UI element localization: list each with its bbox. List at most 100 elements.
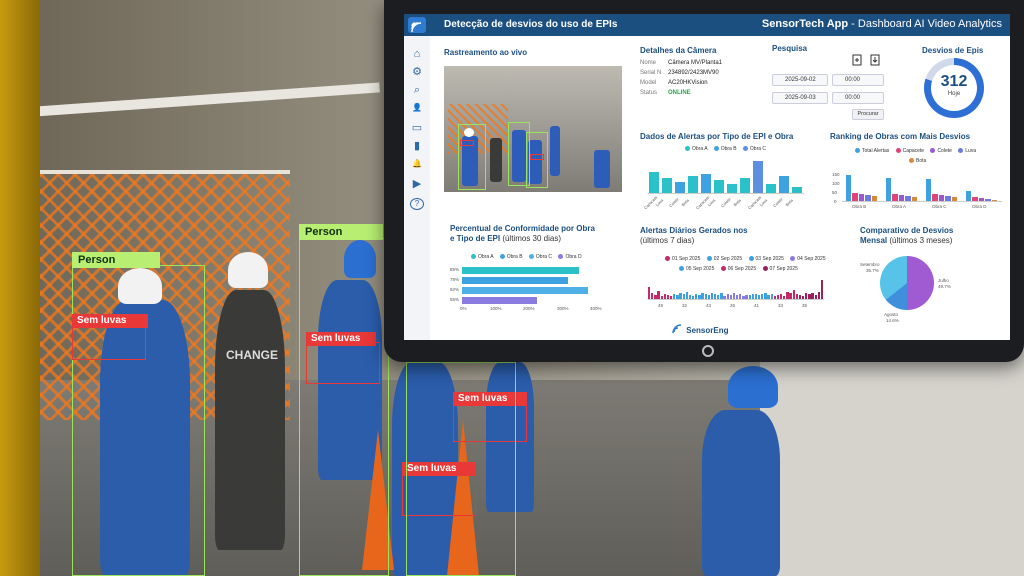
daily-bar <box>780 294 783 299</box>
video-alert-1 <box>460 140 474 146</box>
daily-xtick-5: 41 <box>754 303 760 308</box>
compliance-row-1: 85% <box>450 267 460 272</box>
daily-bar <box>789 293 792 299</box>
pie-pct-setembro: 35.7% <box>866 268 879 273</box>
help-icon[interactable]: ? <box>410 198 424 210</box>
detection-label-person-1: Person <box>72 252 160 268</box>
ranking-bar <box>905 195 911 201</box>
daily-bar <box>736 295 739 299</box>
power-button-icon[interactable] <box>702 345 714 357</box>
daily-bar <box>723 296 726 299</box>
daily-bar <box>692 296 695 299</box>
daily-bar <box>742 296 745 299</box>
alerts-bar <box>675 181 685 193</box>
footer-brand-text: SensorEng <box>686 326 729 335</box>
daily-bar <box>783 296 786 299</box>
ranking-bar <box>926 178 932 201</box>
user-icon[interactable]: 👤 <box>410 102 424 114</box>
compliance-xtick-300: 300% <box>557 306 569 311</box>
ranking-xtick: Obra B <box>852 204 867 209</box>
alerts-xtick: Bota <box>732 197 742 208</box>
daily-bar <box>666 295 670 299</box>
legend-comp-a: Obra A <box>478 254 494 260</box>
video-worker-6 <box>594 150 610 188</box>
ranking-bar <box>991 199 997 201</box>
ranking-bar <box>966 190 972 201</box>
daily-bar <box>707 295 711 299</box>
compliance-row-3: 92% <box>450 287 460 292</box>
legend-total: Total Alertas <box>862 148 890 154</box>
legend-day-1: 01 Sep 2025 <box>672 256 701 262</box>
daily-bar <box>701 293 704 299</box>
search-icon[interactable]: ⌕ <box>410 84 424 96</box>
alerts-xtick: Colete <box>771 196 784 209</box>
search-button[interactable]: Procurar <box>852 109 884 120</box>
alerts-bar <box>753 160 763 193</box>
compliance-subtitle: (últimos 30 dias) <box>500 234 562 243</box>
daily-bar <box>673 294 676 299</box>
compliance-row-4: 55% <box>450 297 460 302</box>
legend-day-7: 07 Sep 2025 <box>769 266 798 272</box>
time-from-input[interactable]: 00:00 <box>832 74 884 86</box>
ranking-bar <box>972 197 978 201</box>
daily-bar <box>811 293 814 299</box>
bell-icon[interactable]: 🔔 <box>410 158 424 170</box>
daily-bar <box>717 295 720 299</box>
daily-bar <box>764 293 767 299</box>
compliance-row-2: 78% <box>450 277 460 282</box>
header-title: Detecção de desvios do uso de EPIs <box>444 19 618 30</box>
camera-icon[interactable]: ▭ <box>410 122 424 134</box>
yellow-machine <box>0 0 40 576</box>
ranking-bar <box>858 194 865 201</box>
camera-model-value: AC20HKVision <box>668 80 708 86</box>
ranking-xtick: Obra C <box>932 204 947 209</box>
monthly-title: Comparativo de Desvios <box>860 226 954 235</box>
chart-icon[interactable]: ▮ <box>410 140 424 152</box>
ranking-bar <box>951 197 957 201</box>
compliance-chart <box>462 265 598 305</box>
time-to-input[interactable]: 00:00 <box>832 92 884 104</box>
daily-xtick-2: 32 <box>682 303 688 308</box>
gauge-center: 312 Hoje <box>931 65 977 111</box>
footer-brand: SensorEng <box>672 324 728 335</box>
legend-day-4: 04 Sep 2025 <box>797 256 826 262</box>
ranking-bar <box>985 199 991 201</box>
live-video[interactable] <box>444 66 622 192</box>
daily-bar <box>648 287 651 299</box>
camera-status-value: ONLINE <box>668 90 691 96</box>
date-to-input[interactable]: 2025-09-03 <box>772 92 828 104</box>
pie-pct-agosto: 14.6% <box>886 318 899 323</box>
daily-bar <box>698 295 701 299</box>
legend-obra-a: Obra A <box>692 146 708 152</box>
alerts-bar <box>792 187 802 193</box>
video-worker-5 <box>550 126 560 176</box>
no-gloves-box-1 <box>72 326 146 360</box>
ranking-bar <box>865 195 871 201</box>
home-icon[interactable]: ⌂ <box>410 48 424 60</box>
ranking-xtick: Obra D <box>972 204 987 209</box>
daily-legend-2: 05 Sep 2025 06 Sep 2025 07 Sep 2025 <box>674 266 798 272</box>
daily-bar <box>820 279 824 299</box>
legend-comp-c: Obra C <box>535 254 553 260</box>
export-icon[interactable] <box>852 54 862 66</box>
daily-xtick-4: 26 <box>730 303 736 308</box>
daily-bar <box>657 291 660 299</box>
daily-bar <box>688 295 692 299</box>
daily-bar <box>710 293 714 299</box>
legend-comp-d: Obra D <box>565 254 582 260</box>
gear-icon[interactable]: ⚙ <box>410 66 424 78</box>
pie-label-agosto: Agosto <box>884 312 899 317</box>
worker-2-shirt-text: CHANGE <box>226 348 279 362</box>
daily-bar <box>786 292 789 299</box>
daily-xtick-7: 35 <box>802 303 808 308</box>
ranking-ytick-100: 100 <box>832 181 840 186</box>
video-detection-3 <box>526 132 548 188</box>
daily-bar <box>758 295 761 299</box>
camera-name-label: Nome <box>640 60 657 66</box>
download-icon[interactable] <box>870 54 880 66</box>
compliance-bar <box>462 277 569 284</box>
legend-luva: Luva <box>965 148 977 154</box>
video-icon[interactable]: ▶ <box>410 178 424 190</box>
daily-title: Alertas Diários Gerados nos <box>640 226 748 235</box>
date-from-input[interactable]: 2025-09-02 <box>772 74 828 86</box>
